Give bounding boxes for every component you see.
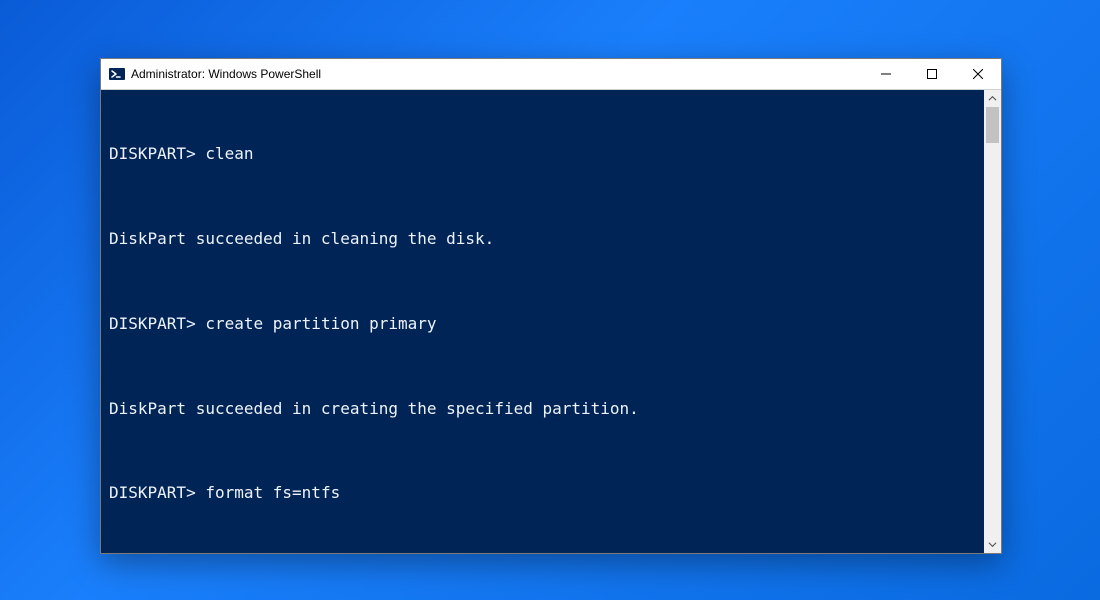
scroll-up-button[interactable] [984,90,1001,107]
terminal-output[interactable]: DISKPART> clean DiskPart succeeded in cl… [101,90,984,553]
vertical-scrollbar[interactable] [984,90,1001,553]
window-controls [863,59,1001,89]
powershell-icon [109,66,125,82]
terminal-line: DISKPART> clean [109,143,976,165]
output-text: DiskPart succeeded in cleaning the disk. [109,229,494,248]
powershell-window: Administrator: Windows PowerShell DISKPA… [100,58,1002,554]
terminal-client-area: DISKPART> clean DiskPart succeeded in cl… [101,90,1001,553]
titlebar[interactable]: Administrator: Windows PowerShell [101,59,1001,90]
prompt: DISKPART> [109,144,196,163]
prompt: DISKPART> [109,314,196,333]
command-text: create partition primary [205,314,436,333]
prompt: DISKPART> [109,483,196,502]
scroll-down-button[interactable] [984,536,1001,553]
minimize-button[interactable] [863,59,909,89]
scrollbar-track[interactable] [984,107,1001,536]
output-text: DiskPart succeeded in creating the speci… [109,399,639,418]
window-title: Administrator: Windows PowerShell [131,67,321,81]
terminal-line: DiskPart succeeded in creating the speci… [109,398,976,420]
terminal-line: DISKPART> format fs=ntfs [109,482,976,504]
maximize-button[interactable] [909,59,955,89]
terminal-line: DiskPart succeeded in cleaning the disk. [109,228,976,250]
command-text: clean [205,144,253,163]
command-text: format fs=ntfs [205,483,340,502]
terminal-line: DISKPART> create partition primary [109,313,976,335]
close-button[interactable] [955,59,1001,89]
scrollbar-thumb[interactable] [986,107,999,143]
